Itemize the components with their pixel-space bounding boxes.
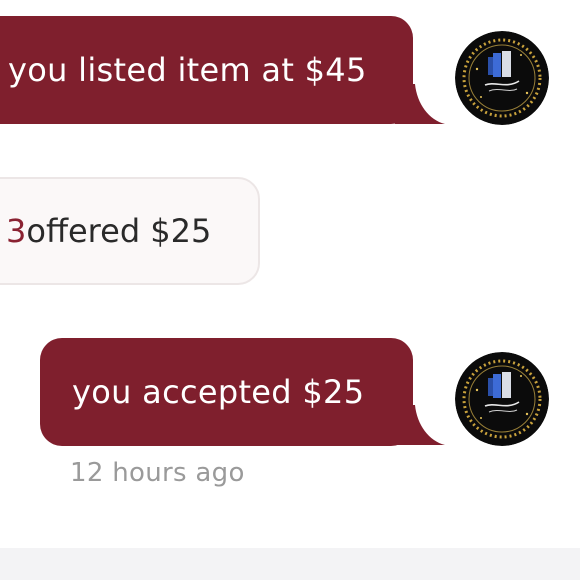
- message-timestamp: 12 hours ago: [70, 458, 245, 488]
- message-text: offered $25: [26, 212, 212, 250]
- username-link[interactable]: 3: [6, 212, 26, 250]
- message-text: you listed item at $45: [8, 51, 367, 89]
- outgoing-message-bubble: you accepted $25: [40, 338, 413, 446]
- bubble-tail: [395, 84, 445, 124]
- message-thread: you listed item at $45 3 offered $25 you…: [0, 0, 580, 580]
- closet-logo-icon: [455, 31, 549, 125]
- user-avatar[interactable]: [455, 352, 549, 446]
- incoming-message-bubble: 3 offered $25: [0, 177, 260, 285]
- outgoing-message-bubble: you listed item at $45: [0, 16, 413, 124]
- closet-logo-icon: [455, 352, 549, 446]
- composer-bar: [0, 548, 580, 580]
- bubble-tail: [395, 405, 445, 445]
- user-avatar[interactable]: [455, 31, 549, 125]
- message-text: you accepted $25: [72, 373, 365, 411]
